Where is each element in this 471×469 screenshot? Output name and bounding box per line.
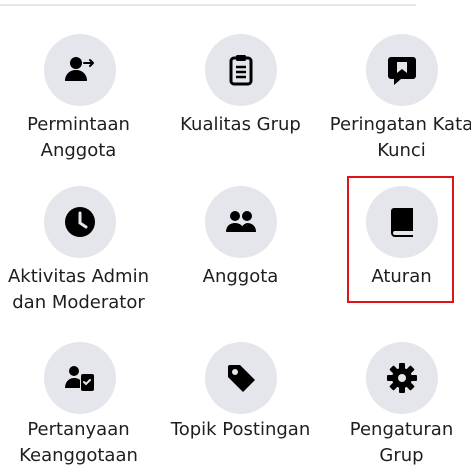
tile-pertanyaan-keanggotaan[interactable]: Pertanyaan Keanggotaan — [0, 320, 157, 466]
tile-label: Kualitas Grup — [180, 114, 301, 135]
tile-aktivitas-admin[interactable]: Aktivitas Admin dan Moderator — [0, 170, 157, 320]
people-icon — [205, 186, 277, 258]
tile-label: Peringatan Kata — [329, 114, 471, 135]
tile-label: dan Moderator — [12, 292, 145, 313]
tile-anggota[interactable]: Anggota — [162, 170, 319, 320]
tile-permintaan-anggota[interactable]: Permintaan Anggota — [0, 0, 157, 170]
tile-kualitas-grup[interactable]: Kualitas Grup — [162, 0, 319, 170]
gear-icon — [366, 342, 438, 414]
person-checklist-icon — [44, 342, 116, 414]
book-icon — [366, 186, 438, 258]
speech-bubble-flag-icon — [366, 34, 438, 106]
tile-peringatan-kata-kunci[interactable]: Peringatan Kata Kunci — [323, 0, 471, 170]
tag-icon — [205, 342, 277, 414]
tile-aturan[interactable]: Aturan — [323, 170, 471, 320]
tile-label: Grup — [379, 445, 424, 466]
clock-icon — [44, 186, 116, 258]
tile-label: Aturan — [371, 266, 432, 287]
tile-label: Aktivitas Admin — [7, 266, 149, 287]
tile-label: Permintaan — [27, 114, 130, 135]
clipboard-icon — [205, 34, 277, 106]
tile-topik-postingan[interactable]: Topik Postingan — [162, 320, 319, 454]
tile-label: Pengaturan — [349, 419, 454, 440]
tile-label: Anggota — [202, 266, 279, 287]
tile-label: Topik Postingan — [170, 419, 311, 440]
tile-label: Kunci — [377, 140, 426, 161]
tile-label: Anggota — [40, 140, 117, 161]
tile-label: Pertanyaan — [27, 419, 130, 440]
tile-label: Keanggotaan — [19, 445, 138, 466]
tile-pengaturan-grup[interactable]: Pengaturan Grup — [323, 320, 471, 466]
person-arrow-icon — [44, 34, 116, 106]
